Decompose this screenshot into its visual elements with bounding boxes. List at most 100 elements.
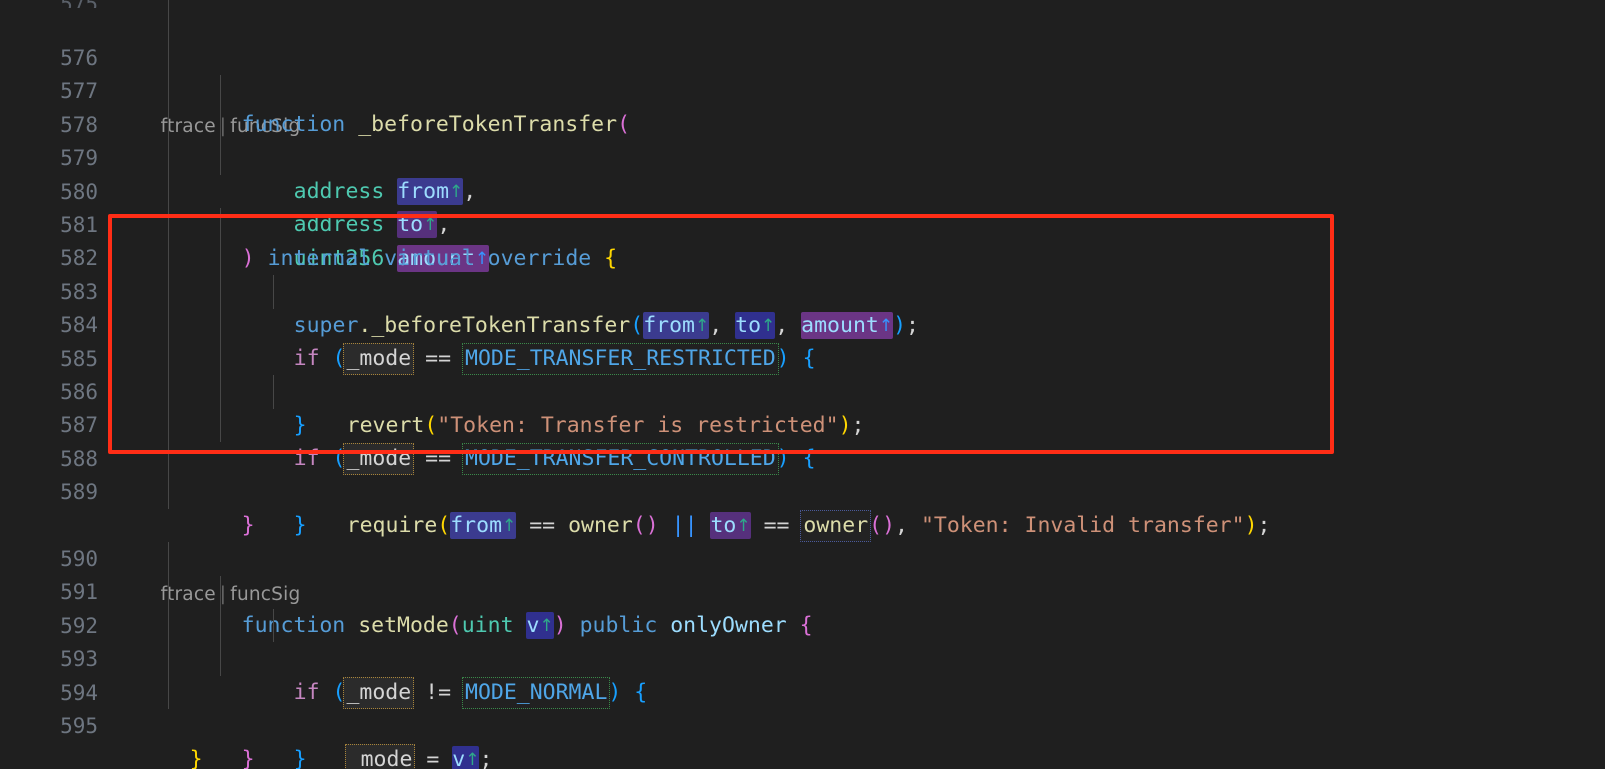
token-brace-close: } <box>293 746 307 769</box>
indent-guide <box>168 174 169 209</box>
editor-line-588[interactable]: 588 } <box>0 442 1605 538</box>
line-number-582: 582 <box>60 246 98 271</box>
line-number-575: 575 <box>0 0 112 8</box>
editor-line-578[interactable]: 578 address to↑, <box>0 108 1605 239</box>
line-number-587: 587 <box>60 413 98 438</box>
token-var-mode: _mode <box>347 746 413 769</box>
reference-box-mode[interactable]: _mode <box>344 743 416 769</box>
line-number-583: 583 <box>60 279 98 304</box>
line-594-content: } <box>112 675 1605 769</box>
indent-guide <box>168 275 169 309</box>
indent-guide <box>168 442 169 476</box>
indent-guide <box>168 375 169 409</box>
editor-line-583[interactable]: 583 revert("Token: Transfer is restricte… <box>0 275 1605 438</box>
line-number-586: 586 <box>60 379 98 404</box>
inlay-arrow-up-icon: ↑ <box>465 749 480 769</box>
indent-guide <box>168 408 169 443</box>
line-592-content: _mode = v↑; <box>112 609 1605 769</box>
line-number-590: 590 <box>60 546 98 571</box>
indent-guide <box>273 375 274 409</box>
editor-line-595[interactable]: 595 } <box>0 709 1605 769</box>
line-number-579: 579 <box>60 146 98 171</box>
indent-guide <box>220 141 221 175</box>
token-brace-close: } <box>189 746 203 769</box>
line-number-594: 594 <box>60 680 98 705</box>
indent-guide <box>168 0 169 8</box>
line-580-content: ) internal virtual override { <box>112 174 1605 271</box>
indent-guide <box>168 74 169 109</box>
editor-line-584[interactable]: 584 } <box>0 308 1605 438</box>
indent-guide <box>220 375 221 409</box>
line-number-585: 585 <box>60 346 98 371</box>
token-operator-assign: = <box>426 746 440 769</box>
indent-guide <box>168 8 169 42</box>
line-577-content: address from↑, <box>112 74 1605 205</box>
editor-line-582[interactable]: 582 if (_mode == MODE_TRANSFER_RESTRICTE… <box>0 241 1605 375</box>
editor-line-580[interactable]: 580 ) internal virtual override { <box>0 174 1605 271</box>
editor-line-587[interactable]: 587 } <box>0 408 1605 538</box>
indent-guide <box>220 408 221 443</box>
editor-line-586[interactable]: 586 require(from↑ == owner() || to↑ == o… <box>0 375 1605 542</box>
line-number-589: 589 <box>60 480 98 505</box>
line-number-588: 588 <box>60 446 98 471</box>
editor-line-590[interactable]: 590 function setMode(uint v↑) public onl… <box>0 542 1605 640</box>
line-576-content: function _beforeTokenTransfer( <box>112 41 1605 137</box>
codelens-content: ftrace | funcSig <box>112 8 1605 137</box>
editor-line-576[interactable]: 576 function _beforeTokenTransfer( <box>0 41 1605 137</box>
line-581-content: super._beforeTokenTransfer(from↑, to↑, a… <box>112 208 1605 339</box>
codelens-row-beforeTokenTransfer: ftrace | funcSig <box>0 8 1605 137</box>
editor-line-594[interactable]: 594 } <box>0 675 1605 769</box>
indent-guide <box>168 475 169 509</box>
line-582-content: if (_mode == MODE_TRANSFER_RESTRICTED) { <box>112 241 1605 375</box>
editor-line-577[interactable]: 577 address from↑, <box>0 74 1605 205</box>
line-590-content: function setMode(uint v↑) public onlyOwn… <box>112 542 1605 640</box>
line-589-content <box>112 475 1605 509</box>
editor-line-585[interactable]: 585 if (_mode == MODE_TRANSFER_CONTROLLE… <box>0 341 1605 476</box>
indent-guide <box>273 609 274 643</box>
editor-line-581[interactable]: 581 super._beforeTokenTransfer(from↑, to… <box>0 208 1605 339</box>
line-575-content <box>112 0 1605 8</box>
line-number-591: 591 <box>60 580 98 605</box>
indent-guide <box>168 642 169 676</box>
line-number-581: 581 <box>60 213 98 238</box>
indent-guide <box>168 108 169 142</box>
editor-line-589[interactable]: 589 <box>0 475 1605 509</box>
code-editor-viewport[interactable]: 575 ftrace|funcSig 576 function _beforeT… <box>0 0 1605 769</box>
indent-guide <box>220 241 221 276</box>
token-semicolon: ; <box>479 746 493 769</box>
editor-line-579[interactable]: 579 uint256 amount↑ <box>0 141 1605 272</box>
line-578-content: address to↑, <box>112 108 1605 239</box>
line-593-content: } <box>112 642 1605 769</box>
line-number-578: 578 <box>60 112 98 137</box>
indent-guide <box>168 542 169 576</box>
indent-guide <box>273 275 274 309</box>
indent-guide <box>220 341 221 376</box>
line-number-595: 595 <box>60 713 98 738</box>
line-595-content: } <box>112 709 1605 769</box>
indent-guide <box>168 241 169 276</box>
indent-guide <box>220 575 221 610</box>
indent-guide <box>168 141 169 175</box>
editor-line-575-partial: 575 <box>0 0 1605 8</box>
indent-guide <box>168 575 169 610</box>
line-579-content: uint256 amount↑ <box>112 141 1605 272</box>
editor-line-592[interactable]: 592 _mode = v↑; <box>0 609 1605 769</box>
indent-guide <box>168 208 169 242</box>
indent-guide <box>168 675 169 710</box>
line-585-content: if (_mode == MODE_TRANSFER_CONTROLLED) { <box>112 341 1605 476</box>
line-583-content: revert("Token: Transfer is restricted"); <box>112 275 1605 438</box>
indent-guide <box>220 74 221 109</box>
line-number-576: 576 <box>60 46 98 71</box>
indent-guide <box>220 208 221 242</box>
indent-guide <box>220 108 221 142</box>
editor-line-591[interactable]: 591 if (_mode != MODE_NORMAL) { <box>0 575 1605 709</box>
line-number-593: 593 <box>60 647 98 672</box>
token-brace-close: } <box>241 746 255 769</box>
indent-guide <box>220 308 221 342</box>
line-588-content: } <box>112 442 1605 538</box>
indent-guide <box>168 341 169 376</box>
codelens-content: ftrace | funcSig <box>112 509 1605 605</box>
editor-line-593[interactable]: 593 } <box>0 642 1605 769</box>
line-586-content: require(from↑ == owner() || to↑ == owner… <box>112 375 1605 542</box>
indent-guide <box>168 308 169 342</box>
